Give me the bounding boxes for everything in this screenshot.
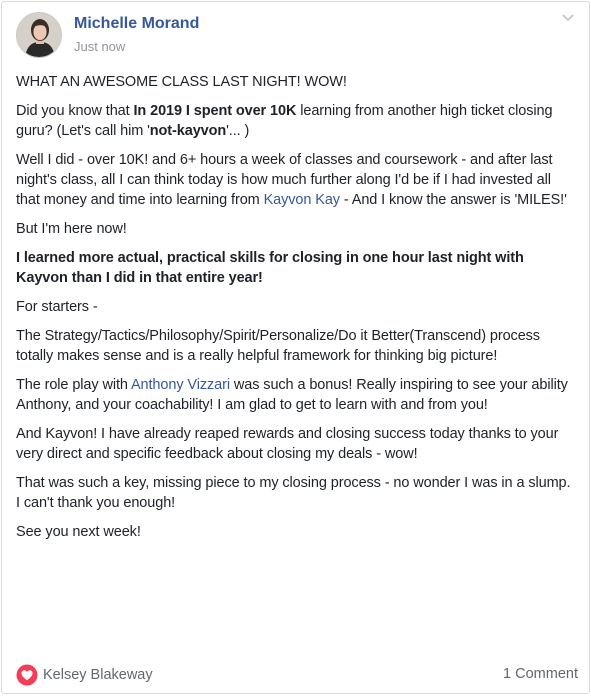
reaction-name[interactable]: Kelsey Blakeway bbox=[43, 667, 153, 683]
post-footer: Kelsey Blakeway 1 Comment bbox=[16, 664, 578, 688]
post-paragraph: But I'm here now! bbox=[16, 221, 127, 237]
mention-link-anthony-vizzari[interactable]: Anthony Vizzari bbox=[131, 377, 230, 393]
post-text: The role play with bbox=[16, 377, 131, 393]
post-paragraph: That was such a key, missing piece to my… bbox=[16, 475, 571, 511]
post-text: - And I know the answer is 'MILES!' bbox=[339, 192, 567, 208]
post-paragraph: The Strategy/Tactics/Philosophy/Spirit/P… bbox=[16, 328, 540, 364]
post-paragraph: WHAT AN AWESOME CLASS LAST NIGHT! WOW! bbox=[16, 74, 347, 90]
heart-reaction-icon bbox=[16, 664, 38, 686]
post-paragraph-bold: I learned more actual, practical skills … bbox=[16, 250, 524, 286]
post-text: '... ) bbox=[226, 123, 250, 139]
chevron-down-icon[interactable] bbox=[560, 12, 576, 24]
reactions-summary[interactable]: Kelsey Blakeway bbox=[16, 664, 153, 686]
post-header: Michelle Morand Just now bbox=[16, 12, 576, 62]
post-paragraph: The role play with Anthony Vizzari was s… bbox=[16, 375, 576, 415]
post-body: WHAT AN AWESOME CLASS LAST NIGHT! WOW! D… bbox=[16, 72, 576, 551]
post-paragraph: Well I did - over 10K! and 6+ hours a we… bbox=[16, 150, 576, 210]
post-text: Did you know that bbox=[16, 103, 134, 119]
comments-count-link[interactable]: 1 Comment bbox=[503, 666, 578, 682]
avatar-photo bbox=[17, 13, 61, 57]
post-paragraph: See you next week! bbox=[16, 524, 141, 540]
post-paragraph: For starters - bbox=[16, 299, 98, 315]
facebook-post: Michelle Morand Just now WHAT AN AWESOME… bbox=[1, 1, 590, 694]
post-paragraph: Did you know that In 2019 I spent over 1… bbox=[16, 101, 576, 141]
post-text-bold: In 2019 I spent over 10K bbox=[133, 103, 297, 119]
avatar[interactable] bbox=[16, 12, 62, 58]
post-text-bold: not-kayvon bbox=[149, 123, 227, 139]
mention-link-kayvon-kay[interactable]: Kayvon Kay bbox=[264, 192, 340, 208]
author-name[interactable]: Michelle Morand bbox=[74, 15, 199, 33]
post-paragraph: And Kayvon! I have already reaped reward… bbox=[16, 426, 559, 462]
post-timestamp[interactable]: Just now bbox=[74, 39, 125, 54]
